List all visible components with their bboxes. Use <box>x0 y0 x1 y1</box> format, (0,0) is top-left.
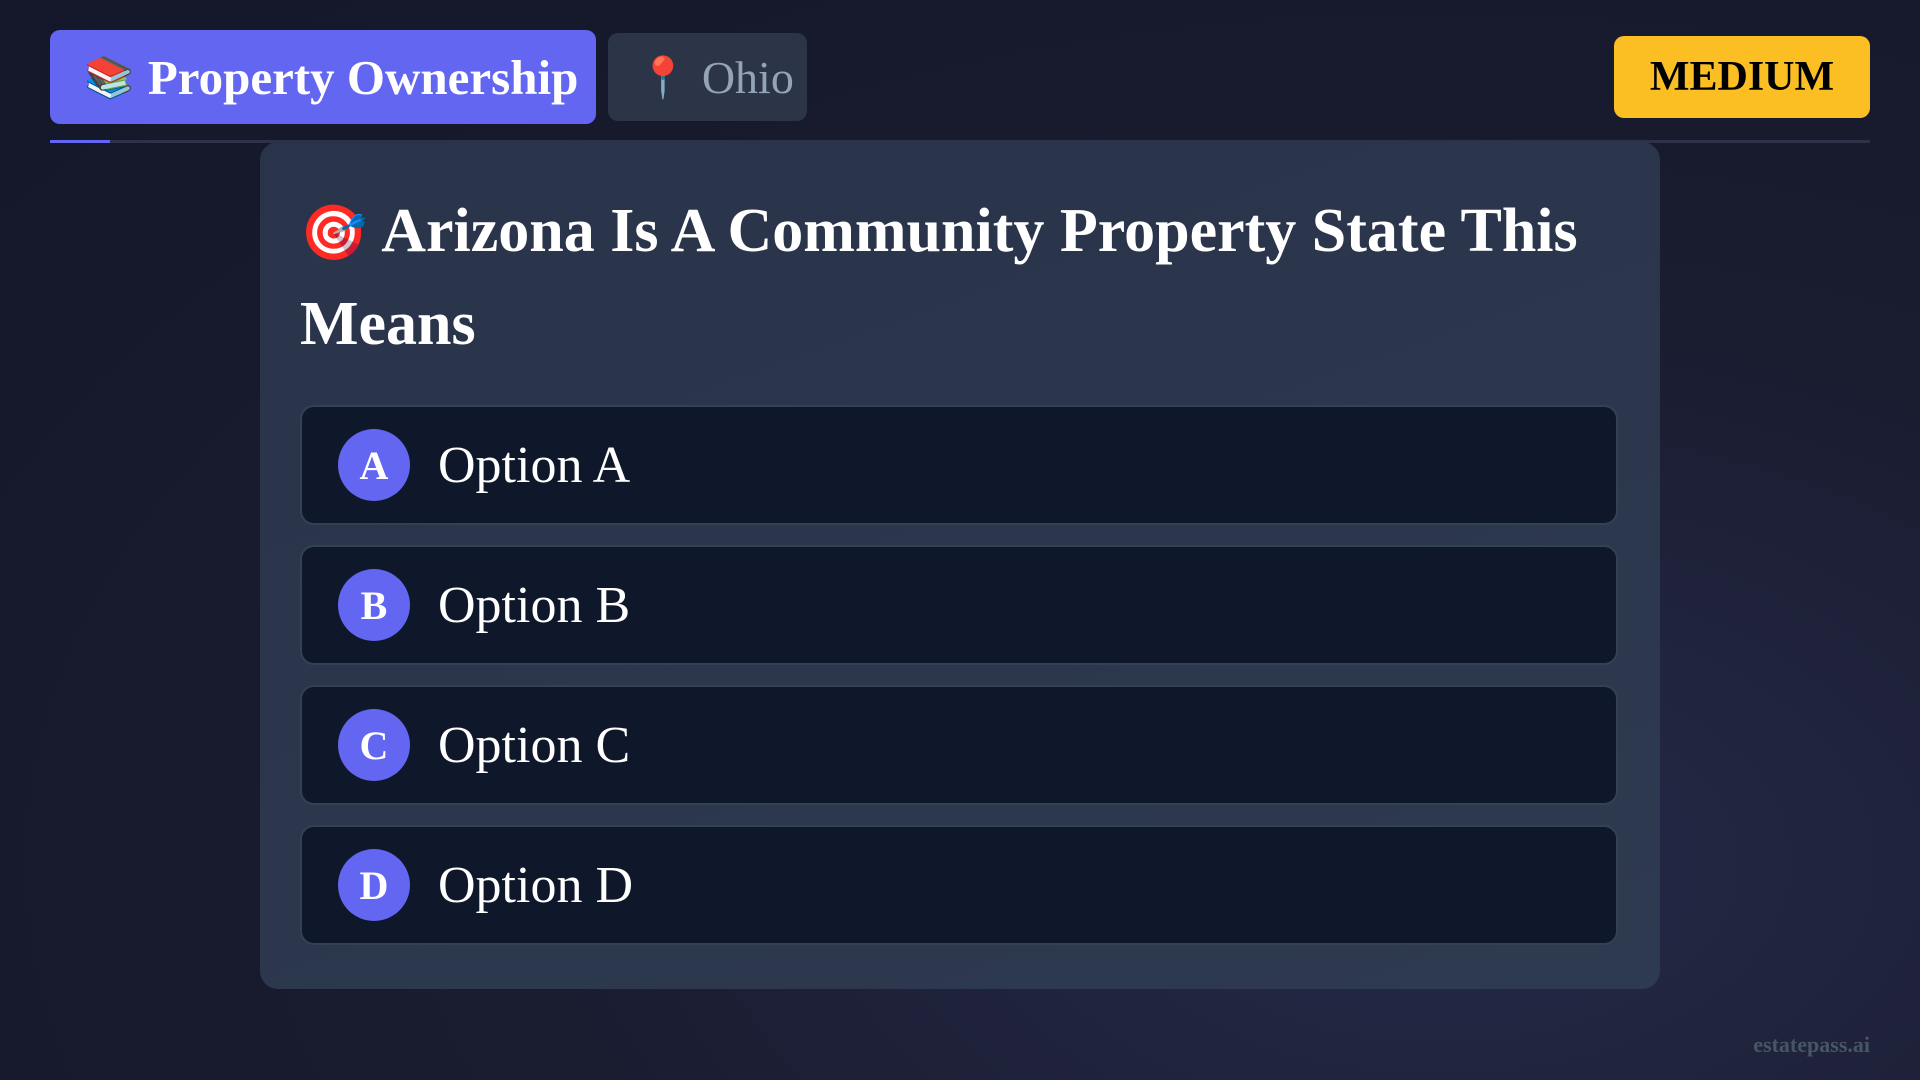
state-tag: 📍 Ohio <box>608 33 807 121</box>
option-b[interactable]: B Option B <box>300 545 1618 665</box>
option-letter-badge: C <box>338 709 410 781</box>
option-letter-badge: A <box>338 429 410 501</box>
option-letter-badge: B <box>338 569 410 641</box>
state-label: Ohio <box>701 51 794 103</box>
question-card: 🎯 Arizona Is A Community Property State T… <box>260 142 1660 989</box>
difficulty-badge: MEDIUM <box>1614 36 1870 118</box>
option-label: Option B <box>438 576 631 634</box>
quiz-header: 📚 Property Ownership 📍 Ohio MEDIUM <box>50 30 1870 124</box>
target-icon: 🎯 <box>300 203 368 263</box>
pin-icon: 📍 <box>638 54 688 100</box>
option-c[interactable]: C Option C <box>300 685 1618 805</box>
option-label: Option A <box>438 436 631 494</box>
option-letter-badge: D <box>338 849 410 921</box>
answer-options: A Option A B Option B C Option C D Optio… <box>300 405 1618 965</box>
option-label: Option C <box>438 716 631 774</box>
watermark: estatepass.ai <box>1753 1032 1870 1057</box>
question-title: 🎯 Arizona Is A Community Property State T… <box>300 186 1630 370</box>
question-text: Arizona Is A Community Property State Th… <box>300 197 1578 358</box>
progress-fill <box>50 140 111 143</box>
option-d[interactable]: D Option D <box>300 825 1618 945</box>
category-label: Property Ownership <box>147 49 579 105</box>
category-tag: 📚 Property Ownership <box>50 30 596 124</box>
option-a[interactable]: A Option A <box>300 405 1618 525</box>
books-icon: 📚 <box>84 54 134 100</box>
option-label: Option D <box>438 856 633 914</box>
